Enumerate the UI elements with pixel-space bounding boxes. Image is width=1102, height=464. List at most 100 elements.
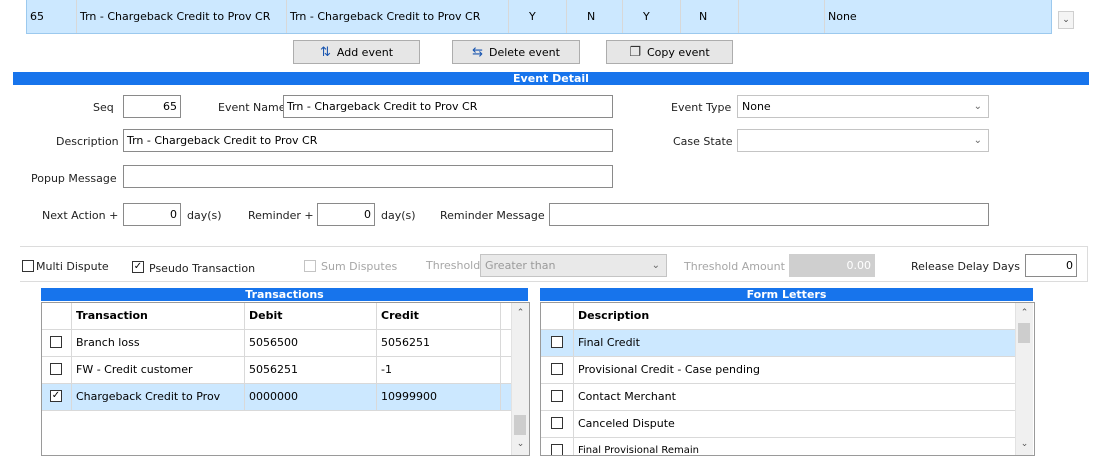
next-action-input[interactable]: 0 — [123, 203, 181, 226]
event-type-label: Event Type — [671, 101, 732, 114]
pseudo-transaction-label: Pseudo Transaction — [149, 262, 256, 275]
next-action-unit: day(s) — [187, 209, 222, 222]
transaction-cell: FW - Credit customer — [72, 357, 245, 383]
letter-description-cell: Contact Merchant — [578, 390, 676, 403]
description-label: Description — [56, 135, 119, 148]
sum-disputes-label: Sum Disputes — [321, 260, 398, 273]
event-type-value: None — [742, 100, 771, 113]
case-state-label: Case State — [673, 135, 733, 148]
transactions-col-credit: Credit — [377, 303, 501, 329]
scroll-down-icon[interactable]: ⌄ — [1016, 436, 1033, 453]
multi-dispute-label: Multi Dispute — [36, 260, 109, 273]
threshold-select[interactable]: Greater than ⌄ — [480, 254, 667, 277]
pseudo-transaction-checkbox[interactable]: ✓ — [132, 261, 144, 273]
transactions-scrollbar[interactable]: ⌃ ⌄ — [511, 303, 529, 455]
reminder-message-input[interactable] — [549, 203, 989, 226]
letter-description-cell: Final Credit — [578, 336, 640, 349]
form-letters-col-description: Description — [578, 309, 650, 322]
list-item[interactable]: Contact Merchant — [541, 384, 1016, 411]
table-row[interactable]: Branch loss 5056500 5056251 — [42, 330, 512, 357]
chevron-down-icon: ⌄ — [973, 135, 982, 146]
scroll-up-icon[interactable]: ⌃ — [512, 305, 529, 322]
row-check-cell — [541, 411, 574, 437]
row-checkbox[interactable] — [551, 444, 563, 455]
row-checkbox[interactable] — [50, 336, 62, 348]
form-letters-grid[interactable]: Description Final Credit Provisional Cre… — [540, 302, 1035, 456]
credit-cell: 10999900 — [377, 384, 501, 410]
seq-input[interactable]: 65 — [123, 95, 181, 118]
transactions-col-transaction: Transaction — [72, 303, 245, 329]
event-flag-cell-4: N — [681, 0, 739, 33]
row-checkbox[interactable] — [551, 390, 563, 402]
row-checkbox[interactable] — [551, 363, 563, 375]
row-checkbox-checked[interactable]: ✓ — [50, 390, 62, 402]
event-extra-cell — [739, 0, 825, 33]
scroll-down-icon[interactable]: ⌄ — [512, 436, 529, 453]
row-check-cell: ✓ — [42, 384, 72, 410]
event-type-select[interactable]: None ⌄ — [737, 95, 989, 118]
description-input[interactable]: Trn - Chargeback Credit to Prov CR — [123, 129, 613, 152]
copy-event-label: Copy event — [646, 45, 710, 59]
row-check-cell — [42, 330, 72, 356]
event-detail-header: Event Detail — [13, 72, 1089, 85]
reminder-input[interactable]: 0 — [317, 203, 375, 226]
scroll-thumb[interactable] — [1018, 323, 1030, 343]
credit-cell: -1 — [377, 357, 501, 383]
event-name-input[interactable]: Trn - Chargeback Credit to Prov CR — [283, 95, 613, 118]
copy-event-button[interactable]: ❐ Copy event — [606, 40, 733, 64]
list-item[interactable]: Final Provisional Remain — [541, 438, 1016, 455]
popup-message-input[interactable] — [123, 165, 613, 188]
event-flag-cell-1: Y — [509, 0, 567, 33]
table-row-selected[interactable]: ✓ Chargeback Credit to Prov 0000000 1099… — [42, 384, 512, 411]
release-delay-label: Release Delay Days — [911, 260, 1020, 273]
seq-label: Seq — [93, 101, 114, 114]
reminder-label: Reminder + — [248, 209, 314, 222]
letter-description-cell: Canceled Dispute — [578, 417, 675, 430]
list-item[interactable]: Provisional Credit - Case pending — [541, 357, 1016, 384]
chevron-down-icon: ⌄ — [973, 101, 982, 112]
scroll-up-icon[interactable]: ⌃ — [1016, 305, 1033, 322]
debit-cell: 5056500 — [245, 330, 377, 356]
release-delay-input[interactable]: 0 — [1025, 254, 1077, 277]
event-list-scroll-down-icon[interactable]: ⌄ — [1058, 11, 1074, 29]
event-type-cell: None — [828, 10, 857, 23]
form-letters-header-row: Description — [541, 303, 1016, 330]
list-item[interactable]: Canceled Dispute — [541, 411, 1016, 438]
threshold-value: Greater than — [485, 259, 556, 272]
transaction-cell: Branch loss — [72, 330, 245, 356]
transactions-col-debit: Debit — [245, 303, 377, 329]
sum-disputes-checkbox[interactable] — [304, 260, 316, 272]
multi-dispute-checkbox[interactable] — [22, 260, 34, 272]
event-list-selected-row[interactable]: 65 Trn - Chargeback Credit to Prov CR Tr… — [26, 0, 1102, 34]
case-state-select[interactable]: ⌄ — [737, 129, 989, 152]
row-checkbox[interactable] — [50, 363, 62, 375]
reminder-unit: day(s) — [381, 209, 416, 222]
event-row-cells[interactable]: 65 Trn - Chargeback Credit to Prov CR Tr… — [26, 0, 1052, 34]
row-check-cell — [541, 357, 574, 383]
letter-description-cell: Provisional Credit - Case pending — [578, 363, 760, 376]
form-letters-header: Form Letters — [540, 288, 1033, 301]
row-check-cell — [541, 384, 574, 410]
table-row[interactable]: FW - Credit customer 5056251 -1 — [42, 357, 512, 384]
add-event-icon: ⇅ — [319, 44, 331, 60]
scroll-thumb[interactable] — [514, 415, 526, 435]
delete-event-button[interactable]: ⇆ Delete event — [452, 40, 580, 64]
form-letters-check-header — [541, 303, 574, 329]
threshold-amount-input[interactable]: 0.00 — [789, 254, 875, 277]
debit-cell: 5056251 — [245, 357, 377, 383]
chevron-down-icon: ⌄ — [651, 260, 660, 271]
event-flag-cell-2: N — [567, 0, 623, 33]
delete-event-icon: ⇆ — [472, 44, 483, 60]
form-letters-scrollbar[interactable]: ⌃ ⌄ — [1015, 303, 1033, 455]
row-checkbox[interactable] — [551, 417, 563, 429]
transaction-cell: Chargeback Credit to Prov — [72, 384, 245, 410]
add-event-button[interactable]: ⇅ Add event — [293, 40, 420, 64]
transactions-header: Transactions — [41, 288, 528, 301]
row-checkbox[interactable] — [551, 336, 563, 348]
next-action-label: Next Action + — [42, 209, 119, 222]
event-flag-cell-3: Y — [623, 0, 681, 33]
copy-event-icon: ❐ — [629, 44, 641, 60]
list-item-selected[interactable]: Final Credit — [541, 330, 1016, 357]
transactions-grid[interactable]: Transaction Debit Credit Branch loss 505… — [41, 302, 530, 456]
delete-event-label: Delete event — [488, 45, 560, 59]
